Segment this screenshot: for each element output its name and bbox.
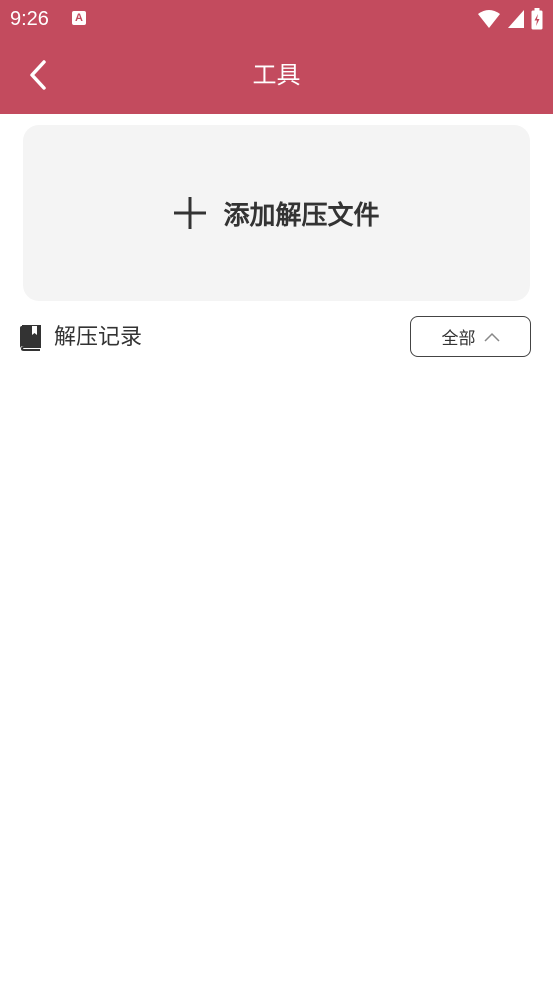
records-title: 解压记录 [54,325,143,350]
signal-icon [508,10,524,28]
filter-label: 全部 [441,329,476,349]
add-file-label: 添加解压文件 [223,200,380,231]
battery-icon [531,8,543,30]
page-title: 工具 [252,61,301,89]
records-header: 解压记录 全部 [19,316,533,360]
status-bar: 9:26 A [0,0,553,38]
status-icons [477,8,543,30]
add-file-content: 添加解压文件 [173,195,380,232]
wifi-icon [478,10,500,28]
status-time: 9:26 [10,8,49,30]
app-bar: 9:26 A 工具 [0,0,553,114]
filter-dropdown[interactable]: 全部 [410,316,531,357]
plus-icon [174,197,207,229]
notification-icon: A [72,11,86,25]
add-file-card[interactable]: 添加解压文件 [23,125,530,301]
chevron-up-icon [483,332,500,342]
book-icon [20,325,41,351]
